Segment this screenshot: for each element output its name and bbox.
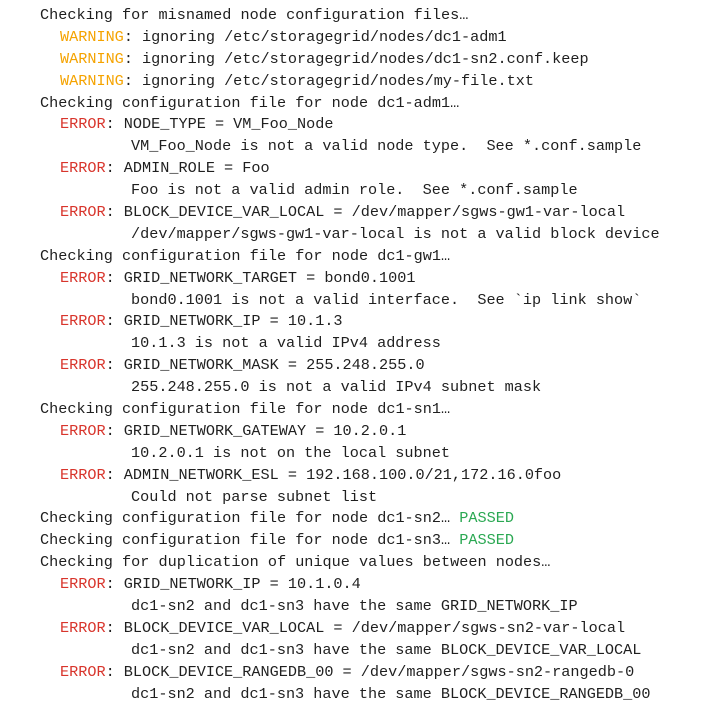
console-line: dc1-sn2 and dc1-sn3 have the same BLOCK_…: [0, 640, 724, 662]
console-line: ERROR: ADMIN_ROLE = Foo: [0, 158, 724, 180]
console-line-text: : GRID_NETWORK_TARGET = bond0.1001: [105, 268, 416, 287]
console-line-text: Checking configuration file for node dc1…: [40, 400, 451, 419]
console-line: ERROR: BLOCK_DEVICE_VAR_LOCAL = /dev/map…: [0, 202, 724, 224]
console-line: WARNING: ignoring /etc/storagegrid/nodes…: [0, 27, 724, 49]
console-line-text: : BLOCK_DEVICE_VAR_LOCAL = /dev/mapper/s…: [105, 203, 626, 222]
console-line-text: : ignoring /etc/storagegrid/nodes/dc1-sn…: [123, 49, 589, 68]
console-line-text: : ADMIN_NETWORK_ESL = 192.168.100.0/21,1…: [105, 465, 562, 484]
console-line: ERROR: GRID_NETWORK_GATEWAY = 10.2.0.1: [0, 421, 724, 443]
warning-tag: WARNING: [60, 49, 124, 68]
console-line-text: dc1-sn2 and dc1-sn3 have the same BLOCK_…: [131, 684, 651, 703]
console-line: bond0.1001 is not a valid interface. See…: [0, 290, 724, 312]
console-line-text: : ignoring /etc/storagegrid/nodes/my-fil…: [123, 71, 534, 90]
console-line: dc1-sn2 and dc1-sn3 have the same GRID_N…: [0, 596, 724, 618]
console-line-text: : ignoring /etc/storagegrid/nodes/dc1-ad…: [123, 27, 507, 46]
console-line: Foo is not a valid admin role. See *.con…: [0, 180, 724, 202]
console-line-text: 10.2.0.1 is not on the local subnet: [131, 443, 450, 462]
console-line: Checking configuration file for node dc1…: [0, 246, 724, 268]
console-line: ERROR: ADMIN_NETWORK_ESL = 192.168.100.0…: [0, 465, 724, 487]
console-line: Checking configuration file for node dc1…: [0, 93, 724, 115]
console-line: VM_Foo_Node is not a valid node type. Se…: [0, 136, 724, 158]
error-tag: ERROR: [60, 421, 106, 440]
console-line-text: : GRID_NETWORK_GATEWAY = 10.2.0.1: [105, 421, 407, 440]
console-line-text: : BLOCK_DEVICE_VAR_LOCAL = /dev/mapper/s…: [105, 618, 626, 637]
console-line-text: /dev/mapper/sgws-gw1-var-local is not a …: [131, 224, 660, 243]
console-line: Checking configuration file for node dc1…: [0, 508, 724, 530]
console-line-text: bond0.1001 is not a valid interface. See…: [131, 290, 642, 309]
console-line: Could not parse subnet list: [0, 487, 724, 509]
console-line-text: VM_Foo_Node is not a valid node type. Se…: [131, 137, 642, 156]
console-line: Checking configuration file for node dc1…: [0, 530, 724, 552]
error-tag: ERROR: [60, 159, 106, 178]
error-tag: ERROR: [60, 115, 106, 134]
passed-status: PASSED: [459, 531, 514, 550]
console-line-text: : BLOCK_DEVICE_RANGEDB_00 = /dev/mapper/…: [105, 662, 635, 681]
console-line-text: Checking configuration file for node dc1…: [40, 531, 460, 550]
warning-tag: WARNING: [60, 71, 124, 90]
console-output: Checking for misnamed node configuration…: [0, 0, 724, 706]
console-line: 10.2.0.1 is not on the local subnet: [0, 443, 724, 465]
console-line: WARNING: ignoring /etc/storagegrid/nodes…: [0, 71, 724, 93]
error-tag: ERROR: [60, 662, 106, 681]
console-line-text: Checking configuration file for node dc1…: [40, 93, 460, 112]
console-line-text: Checking configuration file for node dc1…: [40, 246, 451, 265]
console-line-text: 10.1.3 is not a valid IPv4 address: [131, 334, 441, 353]
error-tag: ERROR: [60, 575, 106, 594]
console-line: ERROR: GRID_NETWORK_TARGET = bond0.1001: [0, 268, 724, 290]
console-line-text: Foo is not a valid admin role. See *.con…: [131, 181, 578, 200]
console-line: ERROR: BLOCK_DEVICE_VAR_LOCAL = /dev/map…: [0, 618, 724, 640]
console-line: Checking for misnamed node configuration…: [0, 5, 724, 27]
console-line: 10.1.3 is not a valid IPv4 address: [0, 333, 724, 355]
console-line-text: : GRID_NETWORK_MASK = 255.248.255.0: [105, 356, 425, 375]
console-line: Checking for duplication of unique value…: [0, 552, 724, 574]
console-line-text: : GRID_NETWORK_IP = 10.1.0.4: [105, 575, 361, 594]
error-tag: ERROR: [60, 356, 106, 375]
console-line-text: Checking for misnamed node configuration…: [40, 6, 469, 24]
console-line-text: Checking configuration file for node dc1…: [40, 509, 460, 528]
console-line-text: : GRID_NETWORK_IP = 10.1.3: [105, 312, 343, 331]
console-line: dc1-sn2 and dc1-sn3 have the same BLOCK_…: [0, 684, 724, 706]
console-line: Checking configuration file for node dc1…: [0, 399, 724, 421]
warning-tag: WARNING: [60, 27, 124, 46]
console-line: ERROR: GRID_NETWORK_IP = 10.1.0.4: [0, 574, 724, 596]
console-line-text: Checking for duplication of unique value…: [40, 553, 551, 572]
error-tag: ERROR: [60, 268, 106, 287]
console-line-text: dc1-sn2 and dc1-sn3 have the same BLOCK_…: [131, 640, 642, 659]
console-line: 255.248.255.0 is not a valid IPv4 subnet…: [0, 377, 724, 399]
error-tag: ERROR: [60, 203, 106, 222]
console-line: ERROR: GRID_NETWORK_MASK = 255.248.255.0: [0, 355, 724, 377]
console-line: ERROR: GRID_NETWORK_IP = 10.1.3: [0, 311, 724, 333]
error-tag: ERROR: [60, 312, 106, 331]
console-line-text: 255.248.255.0 is not a valid IPv4 subnet…: [131, 378, 542, 397]
console-line-text: Could not parse subnet list: [131, 487, 378, 506]
passed-status: PASSED: [459, 509, 514, 528]
console-line: WARNING: ignoring /etc/storagegrid/nodes…: [0, 49, 724, 71]
console-line: ERROR: NODE_TYPE = VM_Foo_Node: [0, 114, 724, 136]
console-line: /dev/mapper/sgws-gw1-var-local is not a …: [0, 224, 724, 246]
error-tag: ERROR: [60, 618, 106, 637]
error-tag: ERROR: [60, 465, 106, 484]
console-line-text: : NODE_TYPE = VM_Foo_Node: [105, 115, 334, 134]
console-line-text: : ADMIN_ROLE = Foo: [105, 159, 270, 178]
console-line: ERROR: BLOCK_DEVICE_RANGEDB_00 = /dev/ma…: [0, 662, 724, 684]
console-line-text: dc1-sn2 and dc1-sn3 have the same GRID_N…: [131, 597, 578, 616]
